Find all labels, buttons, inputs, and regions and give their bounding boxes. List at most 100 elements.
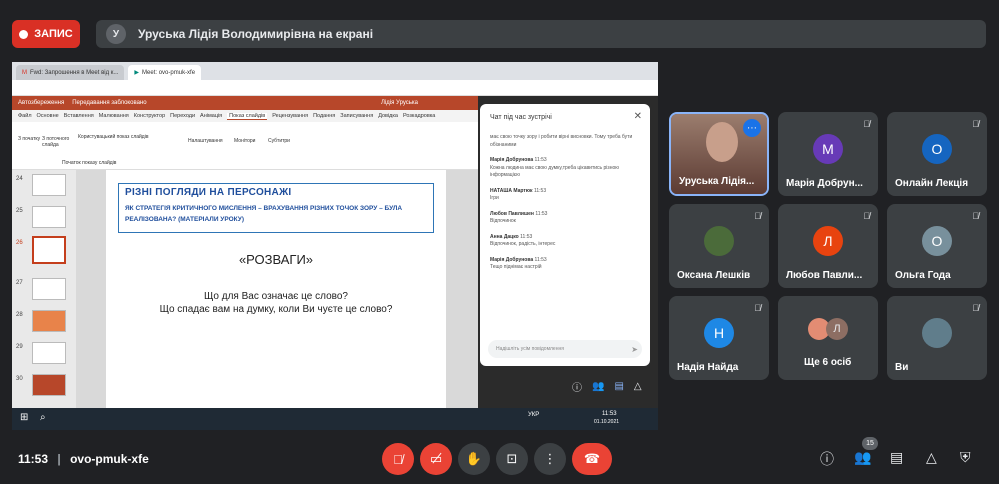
shared-meet-controls: ⓘ 👥 ▤ △ bbox=[572, 378, 658, 394]
meeting-code: ovo-pmuk-xfe bbox=[70, 452, 149, 466]
more-participants-label: Ще 6 осіб bbox=[804, 357, 852, 368]
slide-subheading: ЯК СТРАТЕГІЯ КРИТИЧНОГО МИСЛЕННЯ – ВРАХУ… bbox=[125, 205, 403, 223]
ribbon-tab[interactable]: Файл bbox=[18, 113, 32, 119]
record-indicator[interactable]: ЗАПИС bbox=[12, 20, 80, 48]
participant-name: Ви bbox=[895, 362, 909, 373]
ribbon-monitors[interactable]: Монітори bbox=[234, 138, 255, 144]
more-vert-icon: ⋮ bbox=[543, 451, 557, 466]
windows-start-icon[interactable]: ⊞ bbox=[20, 412, 28, 423]
ribbon-tab[interactable]: Анімація bbox=[200, 113, 222, 119]
mic-toggle-button[interactable]: 🎙̸ bbox=[382, 443, 414, 475]
ribbon-tab[interactable]: Рецензування bbox=[272, 113, 308, 119]
people-icon[interactable]: 👥 bbox=[592, 381, 604, 392]
raise-hand-button[interactable]: ✋ bbox=[458, 443, 490, 475]
present-screen-icon: ⊡ bbox=[506, 451, 518, 466]
info-icon[interactable]: ⓘ bbox=[820, 449, 834, 469]
windows-taskbar: ⊞ ⌕ УКР 11:53 01.10.2021 bbox=[12, 408, 658, 430]
slide-thumbnail[interactable] bbox=[32, 206, 66, 228]
ribbon-tab[interactable]: Конструктор bbox=[134, 113, 165, 119]
chat-message-text: має свою точку зору і робити вірні висно… bbox=[490, 134, 633, 148]
chat-message: Любов Павлишен 11:53 Відпочинок bbox=[490, 210, 548, 225]
chat-message: Анна Дацко 11:53 Відпочинок, радість, ін… bbox=[490, 233, 556, 248]
participant-name: Марія Добрун... bbox=[786, 178, 863, 189]
meeting-info: 11:53 | ovo-pmuk-xfe bbox=[18, 452, 149, 466]
chat-messages: має свою точку зору і робити вірні висно… bbox=[490, 134, 638, 272]
slide-thumbnails: 24 25 26 27 28 29 30 bbox=[12, 170, 76, 408]
ribbon-captions[interactable]: Субтитри bbox=[268, 138, 290, 144]
participant-name: Любов Павли... bbox=[786, 270, 863, 281]
chat-input[interactable]: Надішліть усім повідомлення bbox=[488, 340, 642, 358]
browser-address-bar[interactable] bbox=[12, 80, 658, 96]
mic-off-icon: 🎙̸ bbox=[754, 303, 761, 313]
ppt-ribbon: З початку З поточного слайда Користуваць… bbox=[12, 122, 478, 170]
participant-avatar: О bbox=[922, 226, 952, 256]
slide-questions: Що для Вас означає це слово? Що спадає в… bbox=[106, 290, 446, 316]
browser-tab[interactable]: M Fwd: Запрошення в Meet від к... bbox=[16, 65, 125, 80]
present-button[interactable]: ⊡ bbox=[496, 443, 528, 475]
activities-icon[interactable]: △ bbox=[926, 449, 937, 466]
mic-off-icon: 🎙̸ bbox=[393, 451, 403, 467]
ribbon-tab[interactable]: Довідка bbox=[378, 113, 398, 119]
ribbon-tab-selected[interactable]: Показ слайдів bbox=[227, 112, 268, 120]
participant-tile[interactable]: ⋯ Уруська Лідія... bbox=[669, 112, 769, 196]
slide-thumbnail[interactable] bbox=[32, 374, 66, 396]
ppt-file-label: Передавання заблоковано bbox=[72, 100, 147, 106]
mic-off-icon: 🎙̸ bbox=[863, 211, 870, 221]
presenter-text: Уруська Лідія Володимирівна на екрані bbox=[138, 27, 374, 41]
participant-tile[interactable]: 🎙̸ Н Надія Найда bbox=[669, 296, 769, 380]
gmail-icon: M bbox=[22, 69, 27, 76]
info-icon[interactable]: ⓘ bbox=[572, 379, 582, 394]
ribbon-setup[interactable]: Налаштування bbox=[188, 138, 223, 144]
participant-tile-self[interactable]: 🎙̸ Ви bbox=[887, 296, 987, 380]
ribbon-tab[interactable]: Малювання bbox=[99, 113, 129, 119]
camera-toggle-button[interactable]: ▭̸ bbox=[420, 443, 452, 475]
participant-tile[interactable]: 🎙̸ Оксана Лешків bbox=[669, 204, 769, 288]
participant-tile[interactable]: 🎙̸ М Марія Добрун... bbox=[778, 112, 878, 196]
slide-thumbnail-selected[interactable] bbox=[32, 236, 66, 264]
mic-off-icon: 🎙̸ bbox=[754, 211, 761, 221]
ribbon-tab[interactable]: Вставлення bbox=[64, 113, 94, 119]
participant-tile[interactable]: 🎙̸ О Ольга Года bbox=[887, 204, 987, 288]
ppt-ribbon-tabs: Файл Основне Вставлення Малювання Констр… bbox=[12, 110, 478, 122]
participant-tile-more[interactable]: Л Ще 6 осіб bbox=[778, 296, 878, 380]
participant-name: Надія Найда bbox=[677, 362, 739, 373]
hand-icon: ✋ bbox=[465, 451, 483, 466]
participant-tile[interactable]: 🎙̸ Л Любов Павли... bbox=[778, 204, 878, 288]
ribbon-tab[interactable]: Переходи bbox=[170, 113, 195, 119]
chat-icon[interactable]: ▤ bbox=[614, 381, 623, 392]
ribbon-tab[interactable]: Розкадровка bbox=[403, 113, 435, 119]
host-controls-icon[interactable]: ⛨ bbox=[960, 449, 971, 466]
camera-off-icon: ▭̸ bbox=[429, 451, 443, 466]
slide-topic: «РОЗВАГИ» bbox=[238, 252, 314, 267]
slide-thumbnail[interactable] bbox=[32, 278, 66, 300]
slide-thumbnail[interactable] bbox=[32, 174, 66, 196]
more-options-button[interactable]: ⋮ bbox=[534, 443, 566, 475]
ribbon-from-current[interactable]: З поточного слайда bbox=[42, 136, 70, 148]
search-icon[interactable]: ⌕ bbox=[40, 412, 46, 423]
hangup-icon: ☎ bbox=[583, 451, 601, 466]
participant-tile[interactable]: 🎙̸ О Онлайн Лекція bbox=[887, 112, 987, 196]
browser-tab-strip: M Fwd: Запрошення в Meet від к... ▶ Meet: … bbox=[12, 62, 658, 80]
chat-icon[interactable]: ▤ bbox=[890, 449, 903, 466]
ribbon-tab[interactable]: Основне bbox=[37, 113, 59, 119]
slide-heading: РІЗНІ ПОГЛЯДИ НА ПЕРСОНАЖІ bbox=[125, 187, 292, 198]
slide-thumbnail[interactable] bbox=[32, 310, 66, 332]
ribbon-from-start[interactable]: З початку bbox=[18, 136, 42, 142]
ribbon-tab[interactable]: Подання bbox=[313, 113, 335, 119]
meet-icon: ▶ bbox=[134, 70, 140, 76]
mic-off-icon: 🎙̸ bbox=[863, 119, 870, 129]
people-icon[interactable]: 👥 bbox=[854, 449, 871, 466]
activities-icon[interactable]: △ bbox=[634, 381, 642, 392]
ribbon-custom-show[interactable]: Користувацький показ слайдів bbox=[78, 134, 149, 140]
presenter-avatar: У bbox=[106, 24, 126, 44]
more-options-icon[interactable]: ⋯ bbox=[743, 119, 761, 137]
close-icon[interactable]: ✕ bbox=[634, 111, 642, 122]
participant-avatar bbox=[704, 226, 734, 256]
ppt-user: Лідія Уруська bbox=[381, 100, 418, 106]
slide-thumbnail[interactable] bbox=[32, 342, 66, 364]
browser-tab[interactable]: ▶ Meet: ovo-pmuk-xfe bbox=[128, 65, 202, 80]
ribbon-tab[interactable]: Записування bbox=[340, 113, 373, 119]
send-icon[interactable]: ➤ bbox=[631, 345, 638, 354]
leave-call-button[interactable]: ☎ bbox=[572, 443, 612, 475]
record-dot-icon bbox=[19, 29, 29, 39]
